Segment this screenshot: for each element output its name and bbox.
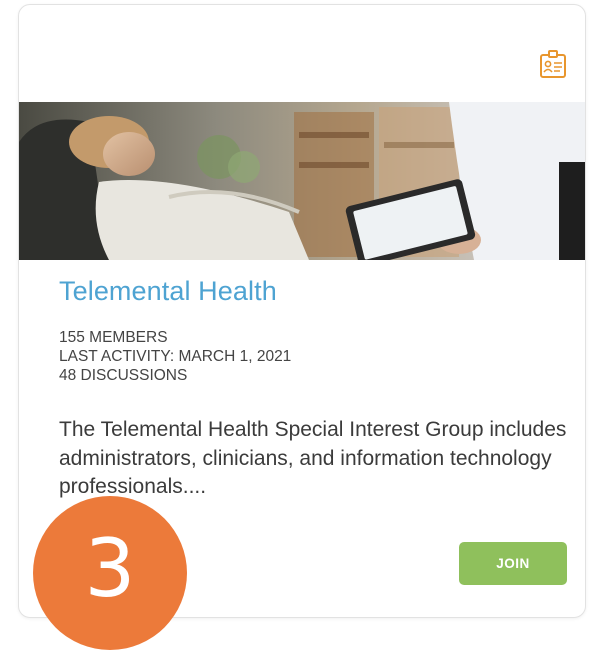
- last-activity: LAST ACTIVITY: MARCH 1, 2021: [59, 348, 292, 365]
- group-title[interactable]: Telemental Health: [59, 276, 277, 307]
- discussion-count: 48 DISCUSSIONS: [59, 367, 188, 384]
- group-hero-image: [19, 102, 585, 260]
- step-number-badge: 3: [33, 496, 187, 650]
- group-description: The Telemental Health Special Interest G…: [59, 418, 567, 498]
- group-meta: 155 MEMBERS LAST ACTIVITY: MARCH 1, 2021…: [59, 328, 291, 385]
- member-count: 155 MEMBERS: [59, 329, 168, 346]
- join-button[interactable]: JOIN: [459, 542, 567, 585]
- id-badge-icon[interactable]: [539, 49, 567, 79]
